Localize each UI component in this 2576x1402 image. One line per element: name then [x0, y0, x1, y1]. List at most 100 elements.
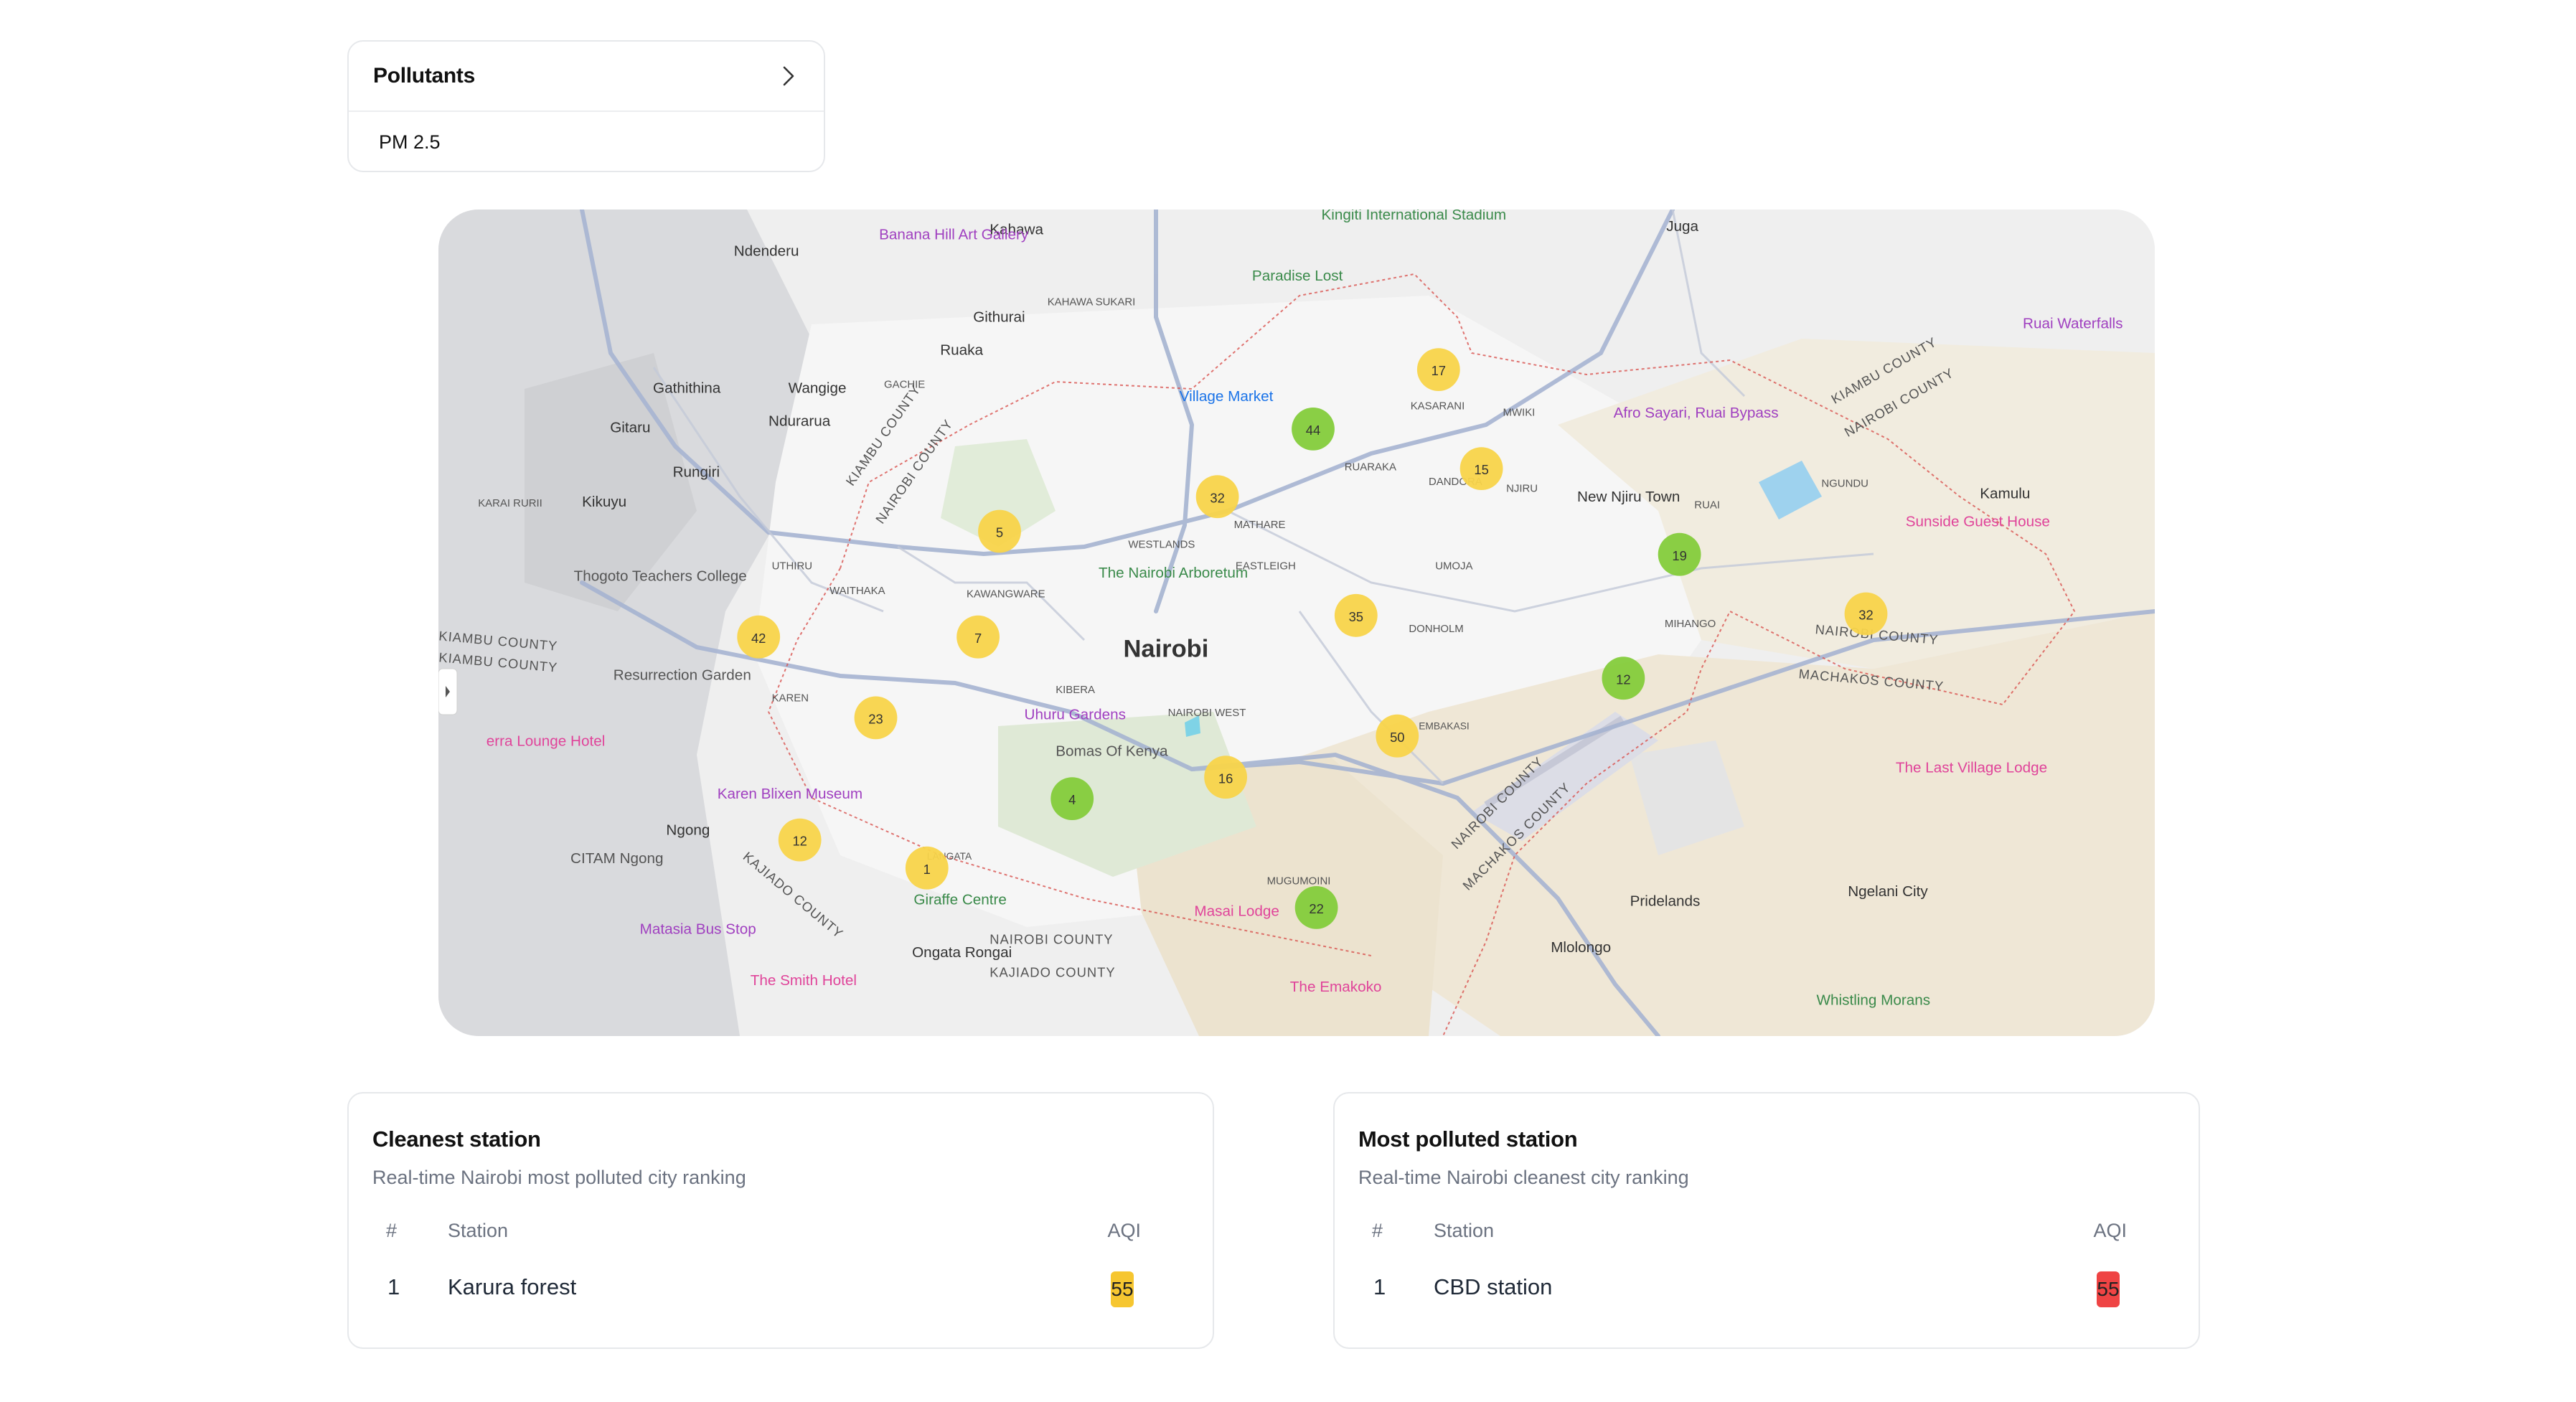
polluted-title: Most polluted station: [1358, 1126, 1578, 1152]
map-place-label: KAWANGWARE: [967, 588, 1045, 601]
map-place-label: The Emakoko: [1290, 979, 1382, 995]
map-place-label: KARAI RURII: [478, 497, 542, 509]
map-place-label: Ndenderu: [734, 243, 799, 259]
map-canvas[interactable]: Nduma.KERWAMAHINGANyathunaNdenderuKianjo…: [438, 210, 2155, 1036]
aqi-station-marker[interactable]: 7: [956, 615, 1000, 659]
map-city-label: Nairobi: [1124, 635, 1209, 662]
marker-value: 12: [792, 834, 807, 849]
pollutants-panel: Pollutants PM 2.5: [347, 40, 825, 172]
marker-value: 22: [1309, 901, 1323, 916]
aqi-station-marker[interactable]: 22: [1294, 886, 1338, 929]
marker-value: 16: [1218, 771, 1233, 786]
marker-value: 15: [1474, 462, 1488, 477]
aqi-station-marker[interactable]: 5: [978, 509, 1021, 553]
air-quality-map[interactable]: Nduma.KERWAMAHINGANyathunaNdenderuKianjo…: [438, 210, 2155, 1036]
map-place-label: CITAM Ngong: [570, 850, 664, 867]
aqi-station-marker[interactable]: 42: [737, 615, 781, 659]
map-place-label: Thogoto Teachers College: [574, 568, 747, 585]
aqi-station-marker[interactable]: 12: [1602, 657, 1645, 700]
map-place-label: EMBAKASI: [1419, 721, 1470, 732]
map-place-label: Pridelands: [1630, 893, 1701, 910]
marker-value: 23: [868, 711, 883, 726]
marker-value: 7: [974, 631, 982, 646]
pollutant-option-pm25[interactable]: PM 2.5: [349, 112, 824, 172]
aqi-station-marker[interactable]: 23: [854, 696, 898, 740]
map-place-label: WESTLANDS: [1128, 539, 1195, 551]
map-place-label: Mlolongo: [1551, 939, 1611, 956]
map-place-label: MIHANGO: [1665, 618, 1716, 630]
aqi-station-marker[interactable]: 15: [1459, 447, 1503, 490]
aqi-station-marker[interactable]: 35: [1334, 593, 1378, 637]
aqi-station-marker[interactable]: 12: [778, 818, 822, 862]
map-place-label: NJIRU: [1506, 482, 1538, 494]
map-place-label: Giraffe Centre: [913, 891, 1007, 908]
column-rank-header: #: [386, 1220, 398, 1241]
map-place-label: Kamulu: [1980, 486, 2030, 502]
row-rank: 1: [387, 1274, 400, 1299]
map-region-label: KAJIADO COUNTY: [989, 965, 1115, 980]
aqi-station-marker[interactable]: 32: [1195, 475, 1239, 519]
map-place-label: Karen Blixen Museum: [718, 786, 862, 802]
map-place-label: The Last Village Lodge: [1896, 759, 2047, 776]
column-station-header: Station: [1434, 1220, 1495, 1241]
map-place-label: Gitaru: [610, 420, 650, 436]
map-place-label: erra Lounge Hotel: [486, 733, 606, 750]
map-place-label: Wangige: [789, 380, 847, 396]
marker-value: 5: [996, 525, 1003, 540]
map-place-label: New Njiru Town: [1577, 489, 1680, 505]
column-station-header: Station: [448, 1220, 509, 1241]
map-place-label: UTHIRU: [772, 560, 812, 572]
column-aqi-header: AQI: [2093, 1220, 2127, 1241]
map-place-label: Resurrection Garden: [614, 667, 751, 684]
cleanest-title: Cleanest station: [372, 1126, 541, 1152]
aqi-station-marker[interactable]: 16: [1204, 756, 1247, 799]
map-place-label: KAREN: [772, 692, 809, 704]
map-place-label: Rungiri: [673, 464, 720, 481]
map-place-label: Ruaka: [940, 342, 983, 358]
aqi-station-marker[interactable]: 4: [1050, 777, 1094, 820]
marker-value: 44: [1306, 423, 1320, 438]
pollutants-title: Pollutants: [373, 64, 476, 88]
map-side-toggle[interactable]: [438, 668, 458, 715]
marker-value: 1: [923, 862, 931, 877]
marker-value: 50: [1390, 730, 1404, 745]
map-place-label: RUAI: [1694, 499, 1720, 511]
map-place-label: NAIROBI WEST: [1168, 707, 1246, 719]
map-place-label: Ngelani City: [1848, 883, 1928, 900]
aqi-badge: 55: [2097, 1271, 2120, 1307]
pollutants-header[interactable]: Pollutants: [349, 42, 824, 112]
marker-value: 35: [1349, 609, 1363, 624]
map-place-label: KIBERA: [1056, 684, 1095, 696]
map-place-label: MATHARE: [1234, 519, 1286, 531]
map-place-label: Matasia Bus Stop: [640, 921, 756, 938]
map-place-label: MWIKI: [1503, 407, 1536, 419]
aqi-station-marker[interactable]: 32: [1844, 592, 1888, 636]
map-place-label: Ndurarua: [768, 413, 831, 429]
aqi-station-marker[interactable]: 50: [1376, 714, 1419, 758]
marker-value: 32: [1858, 608, 1873, 623]
aqi-station-marker[interactable]: 19: [1658, 532, 1701, 576]
map-place-label: Ngong: [666, 822, 710, 839]
map-place-label: Masai Lodge: [1194, 903, 1279, 919]
map-place-label: Uhuru Gardens: [1025, 707, 1126, 723]
map-place-label: NGUNDU: [1821, 477, 1868, 489]
marker-value: 12: [1616, 672, 1630, 687]
map-place-label: Ruai Waterfalls: [2023, 316, 2123, 332]
map-place-label: KASARANI: [1411, 400, 1465, 412]
map-place-label: Village Market: [1180, 388, 1274, 405]
map-place-label: Paradise Lost: [1252, 268, 1343, 284]
map-place-label: UMOJA: [1435, 560, 1472, 572]
cleanest-subtitle: Real-time Nairobi most polluted city ran…: [372, 1167, 746, 1188]
map-place-label: Sunside Guest House: [1906, 514, 2050, 530]
aqi-station-marker[interactable]: 1: [905, 846, 949, 890]
map-place-label: Afro Sayari, Ruai Bypass: [1614, 405, 1779, 421]
aqi-station-marker[interactable]: 44: [1292, 408, 1335, 451]
map-place-label: Bomas Of Kenya: [1056, 743, 1168, 759]
row-station-name[interactable]: Karura forest: [448, 1274, 576, 1300]
map-place-label: Gathithina: [653, 380, 721, 396]
map-place-label: Banana Hill Art Gallery: [879, 226, 1029, 243]
row-station-name[interactable]: CBD station: [1434, 1274, 1552, 1300]
chevron-right-icon[interactable]: [778, 65, 799, 87]
aqi-station-marker[interactable]: 17: [1416, 348, 1460, 391]
column-rank-header: #: [1372, 1220, 1383, 1241]
